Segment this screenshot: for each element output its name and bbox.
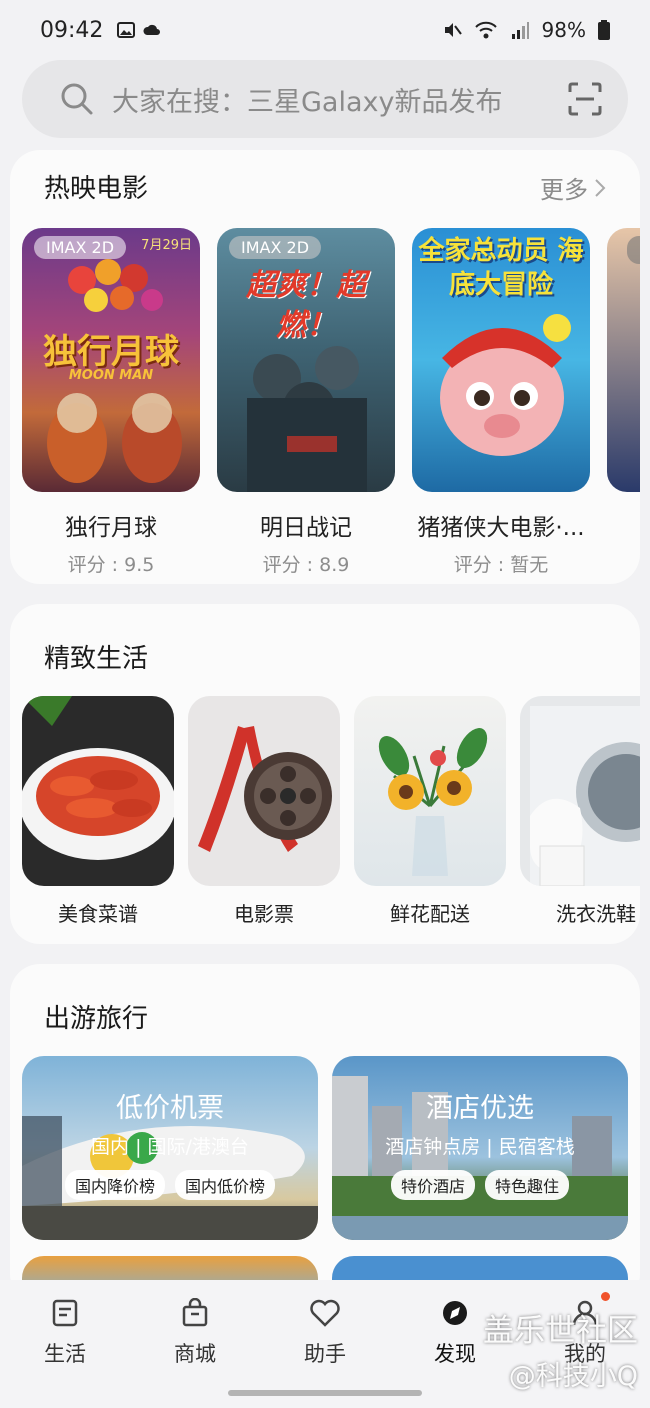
- movie-item-partial[interactable]: 中: [607, 228, 640, 492]
- discover-icon: [443, 1301, 467, 1325]
- watermark-line2: @科技小Q: [508, 1361, 638, 1392]
- flowers-image: [354, 696, 506, 886]
- life-icon: [52, 1299, 78, 1327]
- nav-life[interactable]: 生活: [25, 1298, 105, 1368]
- wifi-icon: [474, 21, 497, 39]
- life-title: 精致生活: [44, 644, 149, 674]
- hot-movies-title: 热映电影: [44, 174, 149, 204]
- movie-poster: 中: [607, 228, 640, 492]
- flight-card-subtitle: 国内 | 国际/港澳台: [91, 1136, 249, 1158]
- nav-label: 生活: [44, 1342, 86, 1366]
- mute-icon: [444, 23, 462, 37]
- washing-machine-art: [530, 706, 640, 886]
- poster-subtitle: MOON MAN: [68, 368, 154, 383]
- recipes-image: [22, 696, 174, 886]
- status-bar: 09:42 98%: [0, 0, 650, 60]
- search-bar[interactable]: 大家在搜：三星Galaxy新品发布: [22, 60, 628, 138]
- life-item-movie-tickets[interactable]: 电影票: [188, 696, 340, 927]
- hotel-tag-featured-stay[interactable]: 特色趣住: [485, 1170, 570, 1200]
- laundry-image: [520, 696, 640, 886]
- more-link[interactable]: 更多: [540, 170, 606, 205]
- scan-icon[interactable]: [568, 82, 602, 116]
- hotel-card[interactable]: 酒店优选 酒店钟点房 | 民宿客栈 特价酒店 特色趣住: [332, 1056, 628, 1240]
- movie-rating: 评分 : 9.5: [67, 554, 155, 576]
- flight-card[interactable]: 低价机票 国内 | 国际/港澳台 国内降价榜 国内低价榜: [22, 1056, 318, 1240]
- movie-title: 明日战记: [260, 515, 352, 541]
- hot-movies-card: 热映电影 更多 7月29日 独行月球 MOON MAN IMAX 2D 独行月球…: [10, 150, 640, 584]
- more-label: 更多: [540, 176, 588, 204]
- watermark: 盖乐世社区 @科技小Q: [483, 1305, 638, 1393]
- search-icon: [61, 83, 93, 115]
- movie-poster[interactable]: 7月29日 独行月球 MOON MAN IMAX 2D: [22, 228, 200, 492]
- battery-icon: [598, 20, 610, 40]
- shop-icon: [182, 1297, 208, 1327]
- gallery-icon: [117, 22, 136, 38]
- imax-badge: IMAX 2D: [34, 236, 127, 259]
- movie-item[interactable]: 超爽！超燃！ IMAX 2D 明日战记 评分 : 8.9: [217, 228, 395, 577]
- movie-title: 独行月球: [65, 515, 157, 541]
- hotel-card-subtitle: 酒店钟点房 | 民宿客栈: [385, 1136, 575, 1158]
- travel-card: 出游旅行 低价机票 国内 | 国际/港澳台 国内降价榜 国内低价榜 酒店优选 酒…: [10, 964, 640, 1304]
- movie-rating: 评分 : 暂无: [453, 554, 549, 576]
- movie-rating: 评分 : 8.9: [262, 554, 350, 576]
- notification-dot: [601, 1292, 610, 1301]
- status-time: 09:42: [40, 17, 104, 43]
- imax-badge: IMAX 2D: [229, 236, 322, 259]
- movie-tickets-image: [188, 696, 340, 886]
- battery-percent: 98%: [541, 18, 586, 42]
- flight-tag-domestic-low[interactable]: 国内低价榜: [175, 1170, 276, 1200]
- movie-title: 猪猪侠大电影·...: [417, 515, 585, 541]
- nav-label: 商城: [174, 1342, 216, 1366]
- flowers-art: [378, 728, 488, 876]
- poster-title: 独行月球: [43, 332, 179, 372]
- life-label: 美食菜谱: [58, 902, 138, 926]
- crayfish-art: [22, 696, 174, 860]
- nav-assistant[interactable]: 助手: [285, 1298, 365, 1368]
- movie-item[interactable]: 7月29日 独行月球 MOON MAN IMAX 2D 独行月球 评分 : 9.…: [22, 228, 200, 577]
- search-input[interactable]: 大家在搜：三星Galaxy新品发布: [112, 80, 502, 119]
- poster-title: 超爽！超燃！: [246, 268, 366, 343]
- nav-shop[interactable]: 商城: [155, 1297, 235, 1368]
- signal-icon: [511, 22, 529, 39]
- heart-icon: [310, 1299, 340, 1327]
- life-label: 鲜花配送: [390, 902, 470, 926]
- hotel-card-title: 酒店优选: [426, 1093, 534, 1124]
- cloud-icon: [143, 24, 161, 35]
- film-reel-art: [198, 726, 332, 852]
- flight-tag-domestic-drop[interactable]: 国内降价榜: [64, 1170, 165, 1200]
- hotel-tag-special-price[interactable]: 特价酒店: [390, 1170, 475, 1200]
- life-label: 电影票: [234, 902, 294, 926]
- life-card: 精致生活 美食菜谱 电影票 鲜花配送 洗衣洗鞋: [10, 604, 640, 944]
- life-item-recipes[interactable]: 美食菜谱: [22, 696, 174, 927]
- life-item-laundry[interactable]: 洗衣洗鞋: [520, 696, 640, 927]
- poster-badge: 中: [627, 236, 640, 264]
- flight-card-title: 低价机票: [116, 1093, 224, 1124]
- chevron-right-icon: [595, 178, 606, 197]
- life-label: 洗衣洗鞋: [556, 902, 636, 926]
- watermark-line1: 盖乐世社区: [483, 1313, 638, 1349]
- poster-title: 全家总动员 海底大冒险: [418, 236, 584, 300]
- poster-date: 7月29日: [141, 238, 192, 253]
- movie-poster[interactable]: 超爽！超燃！ IMAX 2D: [217, 228, 395, 492]
- travel-title: 出游旅行: [44, 1004, 149, 1034]
- life-item-flowers[interactable]: 鲜花配送: [354, 696, 506, 927]
- nav-label: 助手: [304, 1342, 346, 1366]
- movie-item[interactable]: 全家总动员 海底大冒险 猪猪侠大电影·... 评分 : 暂无: [412, 228, 590, 577]
- movie-poster[interactable]: 全家总动员 海底大冒险: [412, 228, 590, 492]
- home-indicator[interactable]: [228, 1390, 422, 1396]
